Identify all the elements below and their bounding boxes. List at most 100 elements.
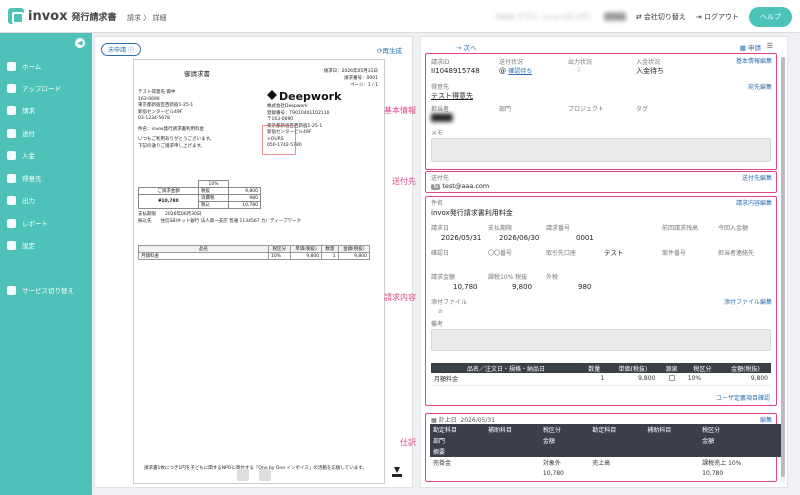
edit-content-button[interactable]: 請求内容編集 xyxy=(736,198,772,207)
debit-account: 売掛金 xyxy=(433,460,452,467)
user-name: ████ xyxy=(604,13,626,21)
edit-journal-button[interactable]: 編集 xyxy=(760,415,772,424)
th-dept: 部門 xyxy=(430,435,485,446)
invoice-id-label: 請求ID xyxy=(431,59,450,66)
th-credit-sub: 補助科目 xyxy=(644,424,700,435)
regenerate-label: 再生成 xyxy=(382,47,403,55)
th-unit: 単価(税抜) xyxy=(607,363,659,373)
switch-icon xyxy=(7,285,16,295)
sidebar-item-invoice[interactable]: 請求 xyxy=(7,105,35,115)
sidebar-collapse-icon[interactable]: ◀ xyxy=(75,38,85,48)
send-status[interactable]: @ 確認待ち xyxy=(499,66,532,75)
company-name: invox アプリ（ショッピング） xyxy=(496,13,595,21)
sidebar-item-settings[interactable]: 設定 xyxy=(7,240,35,250)
summary-taxin-label: 税込 xyxy=(198,201,229,209)
journal-date-label: 計上日 xyxy=(438,417,457,424)
sidebar-item-label: 設定 xyxy=(22,242,35,250)
sidebar-item-report[interactable]: レポート xyxy=(7,218,48,228)
table-row: 10,780 10,780 xyxy=(430,468,782,478)
sidebar-item-client[interactable]: 得意先 xyxy=(7,173,42,183)
menu-icon[interactable]: ☰ xyxy=(767,42,773,50)
invoice-id: II1048915748 xyxy=(431,67,480,75)
sidebar-item-switch-service[interactable]: サービス切り替え xyxy=(7,285,74,295)
journal-table: 勘定科目 補助科目 税区分 勘定科目 補助科目 税区分 部門 金額 金額 摘要 売掛金 対象外売… xyxy=(430,424,782,478)
edit-attachment-button[interactable]: 添付ファイル編集 xyxy=(724,297,772,306)
bank-account: 振込先 住信SBIネット銀行 法人第一支店 普通 1134567 カ）ディープワ… xyxy=(138,218,301,224)
content-item-table: 品名／注文日・規格・納品日 数量 単価(税抜) 源泉 税区分 金額(税抜) 月額料金 1 9,… xyxy=(431,363,771,386)
invox-logo-icon xyxy=(8,8,24,24)
next-page-button[interactable] xyxy=(259,469,271,481)
invoice-date-label: 請求日 xyxy=(431,225,450,232)
invoice-subject: 件名：invox発行請求書利用料金 xyxy=(138,126,205,132)
th-debit-sub: 補助科目 xyxy=(484,424,540,435)
item-amount: 9,800 xyxy=(337,252,371,260)
th-credit-account: 勘定科目 xyxy=(589,424,645,435)
sidebar-item-upload[interactable]: アップロード xyxy=(7,83,61,93)
source-checkbox[interactable] xyxy=(668,374,675,381)
sidebar-item-output[interactable]: 出力 xyxy=(7,195,35,205)
paperclip-icon[interactable]: ⌀ xyxy=(438,307,442,315)
note-label: 備考 xyxy=(431,321,444,328)
th-amount-2: 金額 xyxy=(699,435,782,446)
breadcrumb-root[interactable]: 請求 xyxy=(127,14,141,22)
credit-amount: 10,780 xyxy=(702,469,724,477)
scrollbar[interactable] xyxy=(781,57,785,482)
debit-tax: 対象外 xyxy=(542,460,561,467)
memo-field[interactable] xyxy=(431,138,771,162)
item-table: 品名 税区分 単価(税抜) 数量 金額(税抜) 月額料金 10% 9,800 1 9,800 xyxy=(138,245,371,260)
client-name[interactable]: テスト得意先 xyxy=(431,91,473,101)
prev-balance-label: 前回請求残高 xyxy=(662,225,699,232)
department-label: 部門 xyxy=(499,106,512,113)
tax-out-label: 外税 xyxy=(546,274,559,281)
table-row: 売掛金 対象外 売上高 課税売上 10% xyxy=(430,457,782,468)
sidebar-item-label: ホーム xyxy=(22,63,42,71)
sidebar-item-label: レポート xyxy=(22,220,48,228)
regenerate-button[interactable]: ⟳再生成 xyxy=(377,45,402,55)
sidebar-item-label: アップロード xyxy=(22,85,61,93)
output-status-label: 出力状況 xyxy=(568,59,593,66)
user-fields-link[interactable]: ユーザ定義項目確認 xyxy=(716,393,770,402)
th-source: 源泉 xyxy=(658,363,685,373)
logout-button[interactable]: ⇥ ログアウト xyxy=(696,12,739,22)
deposit-status: 入金待ち xyxy=(636,67,664,75)
status-badge[interactable]: 未申請 ⓘ xyxy=(101,43,141,56)
apply-button[interactable]: ▦ 申請 xyxy=(740,42,761,52)
invoice-meta: 請求日：2026年05月31日 請求番号：0001 ページ：1 / 1 xyxy=(324,68,378,89)
edit-send-to-button[interactable]: 送付先編集 xyxy=(742,173,772,182)
app-logo[interactable]: invox 発行請求書 xyxy=(8,8,117,24)
company-seal xyxy=(262,125,296,155)
amount-value: 10,780 xyxy=(453,283,478,291)
edit-basic-info-button[interactable]: 基本情報編集 xyxy=(736,56,772,65)
item-header-unit: 単価(税抜) xyxy=(289,245,323,253)
row-item: 月額料金 xyxy=(431,373,581,386)
next-button[interactable]: → 次へ xyxy=(456,42,477,52)
calendar-icon: ▦ xyxy=(431,417,439,424)
account-label: 取引先口座 xyxy=(546,250,577,257)
note-field[interactable] xyxy=(431,329,771,351)
edit-recipient-button[interactable]: 宛先編集 xyxy=(748,82,772,91)
sidebar-item-send[interactable]: 送付 xyxy=(7,128,35,138)
sidebar-item-label: 出力 xyxy=(22,197,35,205)
home-icon xyxy=(7,61,16,71)
greeting-line-1: いつもご利用ありがとうございます。 xyxy=(138,137,215,142)
item-header-amount: 金額(税抜) xyxy=(337,245,371,253)
switch-company-button[interactable]: ⇄ 会社切り替え xyxy=(636,12,686,22)
scrollbar-thumb[interactable] xyxy=(781,57,785,477)
send-icon xyxy=(7,128,16,138)
item-header-qty: 数量 xyxy=(321,245,339,253)
sidebar-item-home[interactable]: ホーム xyxy=(7,61,41,71)
sidebar-item-deposit[interactable]: 入金 xyxy=(7,150,35,160)
item-unit: 9,800 xyxy=(289,252,323,260)
document-footer: 請求書1枚につき1円を子どもに関するNPOに寄付する「One by One イン… xyxy=(144,466,367,471)
top-header: invox 発行請求書 請求 〉 詳細 invox アプリ（ショッピング） ██… xyxy=(0,0,800,33)
journal-header: ▦ 計上日 2026/05/31 xyxy=(431,415,495,424)
download-icon[interactable] xyxy=(392,467,402,477)
row-amount: 9,800 xyxy=(720,373,771,386)
row-unit: 9,800 xyxy=(607,373,659,386)
item-qty: 1 xyxy=(321,252,339,260)
summary-tax-label: 消費税 xyxy=(198,194,229,202)
prev-page-button[interactable] xyxy=(237,469,249,481)
help-button[interactable]: ヘルプ xyxy=(749,7,792,27)
credit-account: 売上高 xyxy=(592,460,611,467)
sidebar-item-label: 送付 xyxy=(22,130,35,138)
